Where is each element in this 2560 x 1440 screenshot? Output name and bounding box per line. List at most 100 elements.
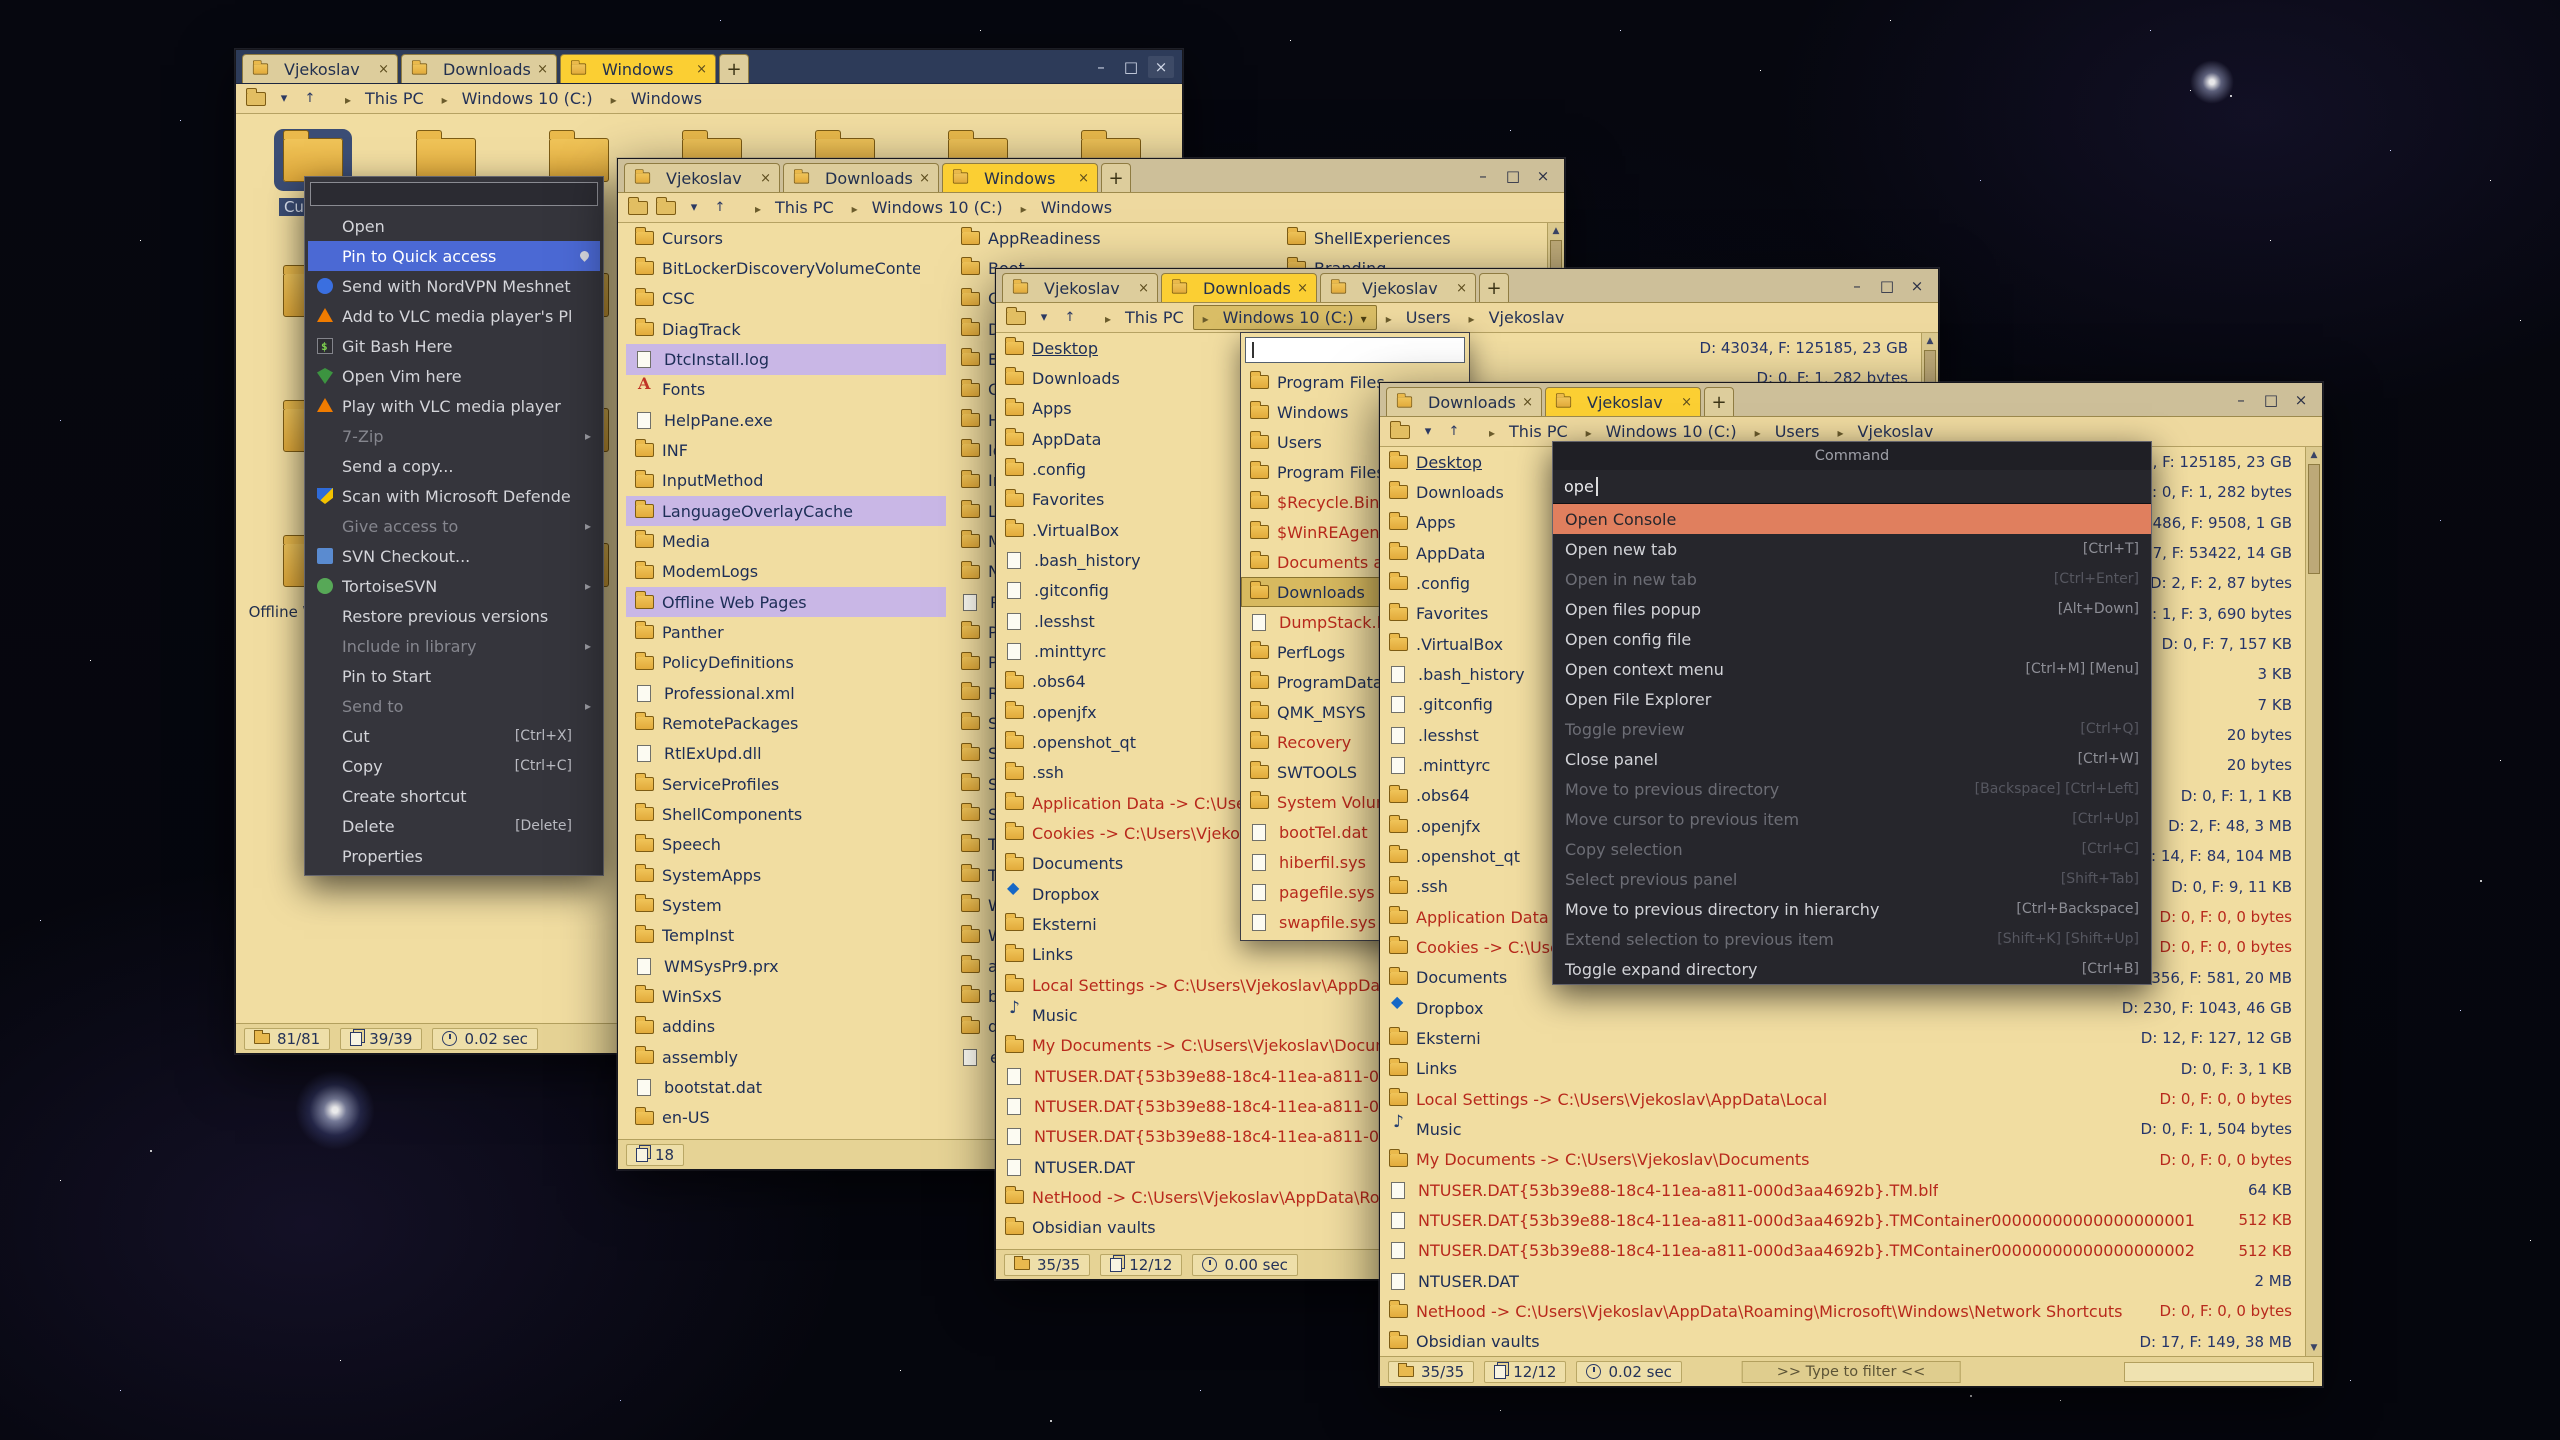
- up-directory-icon[interactable]: ↑: [1444, 424, 1464, 439]
- file-row[interactable]: Dropbox D: 230, F: 1043, 46 GB: [1380, 993, 2322, 1023]
- file-row[interactable]: Links D: 0, F: 3, 1 KB: [1380, 1054, 2322, 1084]
- file-row[interactable]: Panther: [626, 617, 946, 647]
- context-menu-filter-input[interactable]: [310, 182, 598, 206]
- tab-close-icon[interactable]: ×: [1522, 395, 1533, 410]
- tab[interactable]: Downloads ×: [1386, 387, 1542, 416]
- command-item[interactable]: Toggle expand directory [Ctrl+B]: [1553, 954, 2151, 984]
- close-button[interactable]: ×: [1530, 165, 1556, 187]
- tab[interactable]: Vjekoslav ×: [242, 54, 398, 83]
- breadcrumb-segment[interactable]: Windows 10 (C:): [433, 87, 602, 110]
- file-row[interactable]: NTUSER.DAT{53b39e88-18c4-11ea-a811-000d3…: [1380, 1175, 2322, 1205]
- maximize-button[interactable]: □: [1118, 56, 1144, 78]
- history-back-icon[interactable]: [246, 92, 266, 106]
- file-row[interactable]: NTUSER.DAT{53b39e88-18c4-11ea-a811-000d3…: [1380, 1236, 2322, 1266]
- file-row[interactable]: Eksterni D: 12, F: 127, 12 GB: [1380, 1023, 2322, 1053]
- context-menu-item[interactable]: Git Bash Here: [308, 331, 600, 361]
- vertical-scrollbar[interactable]: ▲ ▼: [2305, 447, 2322, 1356]
- file-row[interactable]: Fonts: [626, 375, 946, 405]
- command-item[interactable]: Toggle preview [Ctrl+Q]: [1553, 714, 2151, 744]
- history-back-icon[interactable]: [1006, 311, 1026, 325]
- file-row[interactable]: ModemLogs: [626, 557, 946, 587]
- maximize-button[interactable]: □: [1500, 165, 1526, 187]
- command-item[interactable]: Copy selection [Ctrl+C]: [1553, 834, 2151, 864]
- file-row[interactable]: WMSysPr9.prx: [626, 951, 946, 981]
- tab-close-icon[interactable]: ×: [1297, 281, 1308, 296]
- context-menu-item[interactable]: Delete [Delete]: [308, 811, 600, 841]
- history-dropdown-icon[interactable]: ▾: [684, 200, 704, 215]
- context-menu-item[interactable]: Create shortcut: [308, 781, 600, 811]
- file-row[interactable]: RtlExUpd.dll: [626, 739, 946, 769]
- new-tab-button[interactable]: +: [1704, 387, 1734, 416]
- breadcrumb-segment[interactable]: This PC: [336, 87, 433, 110]
- minimize-button[interactable]: –: [1844, 275, 1870, 297]
- tab-close-icon[interactable]: ×: [1078, 171, 1089, 186]
- context-menu-item[interactable]: Copy [Ctrl+C]: [308, 751, 600, 781]
- up-directory-icon[interactable]: ↑: [1060, 310, 1080, 325]
- file-row[interactable]: ShellComponents: [626, 799, 946, 829]
- tab[interactable]: Downloads ×: [401, 54, 557, 83]
- history-back-icon[interactable]: [628, 201, 648, 215]
- file-row[interactable]: System: [626, 890, 946, 920]
- breadcrumb-segment[interactable]: Users: [1377, 306, 1460, 329]
- close-button[interactable]: ×: [2288, 389, 2314, 411]
- close-button[interactable]: ×: [1904, 275, 1930, 297]
- file-row[interactable]: AppReadiness: [952, 223, 1272, 253]
- file-row[interactable]: en-US: [626, 1103, 946, 1133]
- file-row[interactable]: RemotePackages: [626, 708, 946, 738]
- file-row[interactable]: Obsidian vaults D: 17, F: 149, 38 MB: [1380, 1327, 2322, 1356]
- tab[interactable]: Downloads ×: [1161, 273, 1317, 302]
- context-menu-item[interactable]: Pin to Start: [308, 661, 600, 691]
- file-row[interactable]: TempInst: [626, 921, 946, 951]
- command-item[interactable]: Select previous panel [Shift+Tab]: [1553, 864, 2151, 894]
- command-item[interactable]: Open Console: [1553, 504, 2151, 534]
- command-item[interactable]: Move to previous directory [Backspace] […: [1553, 774, 2151, 804]
- up-directory-icon[interactable]: ↑: [710, 200, 730, 215]
- file-row[interactable]: SystemApps: [626, 860, 946, 890]
- file-row[interactable]: DtcInstall.log: [626, 344, 946, 374]
- tab-close-icon[interactable]: ×: [1138, 281, 1149, 296]
- history-dropdown-icon[interactable]: ▾: [1034, 310, 1054, 325]
- context-menu-item[interactable]: Send to: [308, 691, 600, 721]
- scrollbar-thumb[interactable]: [2308, 464, 2320, 574]
- tab-close-icon[interactable]: ×: [1456, 281, 1467, 296]
- scroll-up-icon[interactable]: ▲: [1922, 333, 1938, 349]
- new-tab-button[interactable]: +: [1101, 163, 1131, 192]
- command-palette-input[interactable]: ope: [1553, 470, 2151, 504]
- titlebar[interactable]: Vjekoslav × Downloads × Windows × + – □: [618, 159, 1564, 193]
- file-row[interactable]: NTUSER.DAT{53b39e88-18c4-11ea-a811-000d3…: [1380, 1205, 2322, 1235]
- file-row[interactable]: ServiceProfiles: [626, 769, 946, 799]
- minimize-button[interactable]: –: [2228, 389, 2254, 411]
- context-menu-item[interactable]: Send with NordVPN Meshnet: [308, 271, 600, 301]
- type-to-filter-field[interactable]: >> Type to filter <<: [1742, 1361, 1961, 1383]
- close-button[interactable]: ×: [1148, 56, 1174, 78]
- command-item[interactable]: Extend selection to previous item [Shift…: [1553, 924, 2151, 954]
- context-menu-item[interactable]: Play with VLC media player: [308, 391, 600, 421]
- context-menu-item[interactable]: TortoiseSVN: [308, 571, 600, 601]
- new-tab-button[interactable]: +: [1479, 273, 1509, 302]
- file-row[interactable]: CSC: [626, 284, 946, 314]
- file-row[interactable]: InputMethod: [626, 466, 946, 496]
- command-item[interactable]: Open new tab [Ctrl+T]: [1553, 534, 2151, 564]
- file-row[interactable]: BitLockerDiscoveryVolumeContents: [626, 253, 946, 283]
- history-back-icon[interactable]: [1390, 425, 1410, 439]
- up-directory-icon[interactable]: ↑: [300, 91, 320, 106]
- file-row[interactable]: addins: [626, 1012, 946, 1042]
- breadcrumb-segment[interactable]: This PC: [746, 196, 843, 219]
- command-item[interactable]: Close panel [Ctrl+W]: [1553, 744, 2151, 774]
- history-dropdown-icon[interactable]: ▾: [1418, 424, 1438, 439]
- command-item[interactable]: Open context menu [Ctrl+M] [Menu]: [1553, 654, 2151, 684]
- breadcrumb-segment[interactable]: This PC: [1480, 420, 1577, 443]
- context-menu-item[interactable]: Open Vim here: [308, 361, 600, 391]
- maximize-button[interactable]: □: [2258, 389, 2284, 411]
- context-menu-item[interactable]: Restore previous versions: [308, 601, 600, 631]
- new-tab-button[interactable]: +: [719, 54, 749, 83]
- file-row[interactable]: Speech: [626, 830, 946, 860]
- context-menu-item[interactable]: Scan with Microsoft Defender...: [308, 481, 600, 511]
- file-row[interactable]: Local Settings -> C:\Users\Vjekoslav\App…: [1380, 1084, 2322, 1114]
- scroll-down-icon[interactable]: ▼: [2306, 1340, 2322, 1356]
- context-menu-item[interactable]: Send a copy...: [308, 451, 600, 481]
- context-menu-item[interactable]: Properties: [308, 841, 600, 871]
- breadcrumb-segment[interactable]: Windows 10 (C:): [1577, 420, 1746, 443]
- popup-filter-input[interactable]: [1245, 337, 1465, 363]
- command-item[interactable]: Move cursor to previous item [Ctrl+Up]: [1553, 804, 2151, 834]
